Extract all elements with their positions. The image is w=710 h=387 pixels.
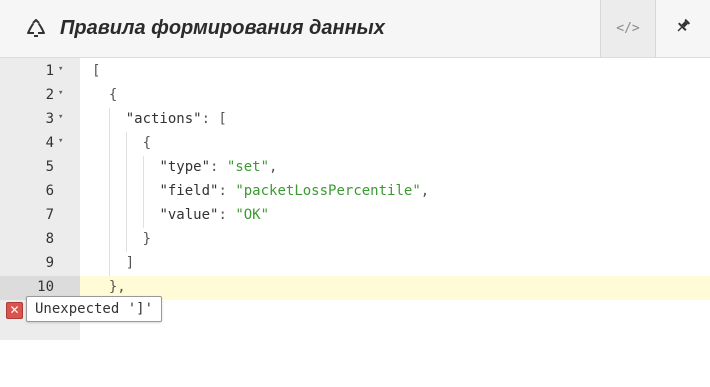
code-text: { (92, 87, 118, 103)
line-gutter-cell: 2 ▾ (0, 84, 80, 108)
code-text: "actions": [ (125, 111, 227, 127)
indent-guide (142, 156, 144, 228)
code-line[interactable]: 5 "type": "set", (0, 156, 710, 180)
fold-toggle-icon[interactable]: ▾ (58, 88, 63, 98)
error-icon[interactable]: ✕ (6, 302, 23, 319)
line-number: 9 (45, 255, 54, 271)
line-gutter-cell: 7 (0, 204, 80, 228)
code-line[interactable]: 1 ▾[ (0, 60, 710, 84)
fold-toggle-icon[interactable]: ▾ (58, 64, 63, 74)
data-rules-panel: Правила формирования данных </> 1 ▾[2 ▾ {3… (0, 0, 710, 387)
line-number: 4 (45, 135, 54, 151)
line-number: 3 (45, 111, 54, 127)
code-line[interactable]: 7 "value": "OK" (0, 204, 710, 228)
line-number: 7 (45, 207, 54, 223)
line-number: 2 (45, 87, 54, 103)
line-number: 5 (45, 159, 54, 175)
code-line[interactable]: 4 ▾ { (0, 132, 710, 156)
code-view-button[interactable]: </> (600, 0, 656, 57)
line-number: 6 (45, 183, 54, 199)
fold-toggle-icon[interactable]: ▾ (58, 112, 63, 122)
code-text: }, (92, 279, 126, 295)
line-gutter-cell: 1 ▾ (0, 60, 80, 84)
error-tooltip: Unexpected ']' (26, 296, 163, 322)
code-text: "type": "set", (159, 159, 278, 175)
json-code-editor[interactable]: 1 ▾[2 ▾ {3 ▾ "actions": [4 ▾ {5 "type": "set… (0, 58, 710, 387)
code-text: "value": "OK" (159, 207, 270, 223)
code-text: ] (92, 255, 135, 271)
code-line[interactable]: 2 ▾ { (0, 84, 710, 108)
code-line[interactable]: 8 } (0, 228, 710, 252)
line-number: 1 (45, 63, 54, 79)
line-gutter-cell: 5 (0, 156, 80, 180)
recycle-icon (26, 19, 46, 39)
code-icon: </> (616, 21, 640, 36)
code-line[interactable]: 9 ] (0, 252, 710, 276)
line-number: 8 (45, 231, 54, 247)
indent-guide (125, 132, 127, 252)
code-text: [ (92, 63, 101, 79)
line-gutter-cell: 4 ▾ (0, 132, 80, 156)
panel-header: Правила формирования данных </> (0, 0, 710, 58)
indent-guide (108, 108, 110, 276)
line-gutter-cell: 8 (0, 228, 80, 252)
line-gutter-cell: 3 ▾ (0, 108, 80, 132)
line-number: 10 (37, 279, 54, 295)
pin-button[interactable] (656, 0, 710, 57)
panel-title: Правила формирования данных (60, 17, 385, 39)
line-gutter-cell: 6 (0, 180, 80, 204)
code-line[interactable]: 6 "field": "packetLossPercentile", (0, 180, 710, 204)
fold-toggle-icon[interactable]: ▾ (58, 136, 63, 146)
code-text: { (92, 135, 152, 151)
pin-icon (675, 18, 691, 39)
code-line[interactable]: 3 ▾ "actions": [ (0, 108, 710, 132)
line-gutter-cell: 9 (0, 252, 80, 276)
code-text: } (92, 231, 152, 247)
